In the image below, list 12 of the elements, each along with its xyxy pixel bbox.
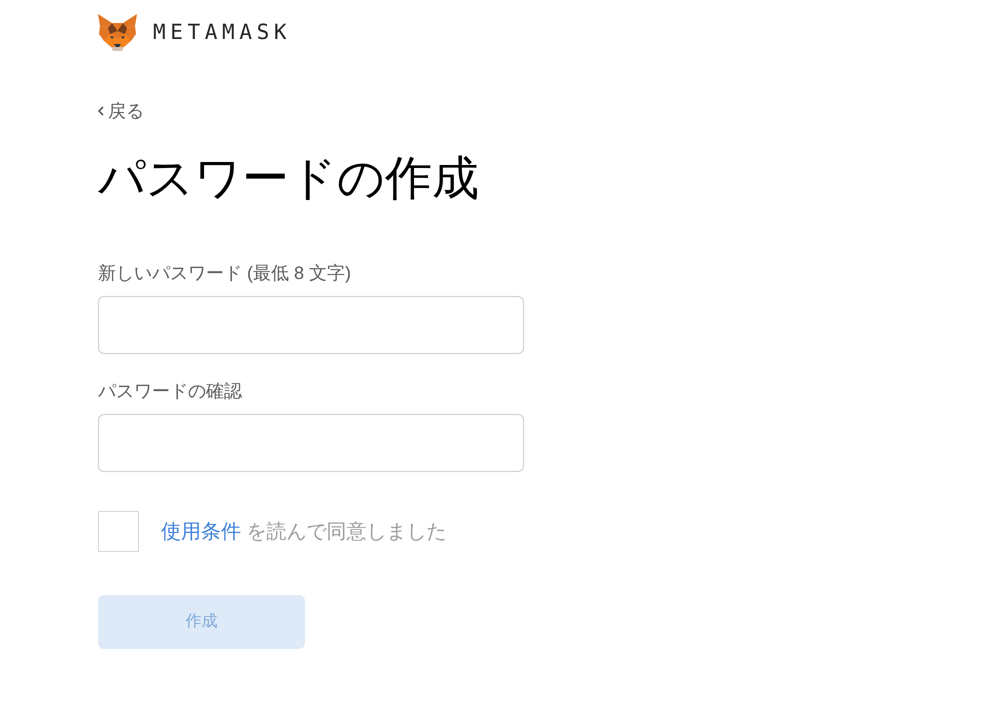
terms-link[interactable]: 使用条件 <box>161 520 241 542</box>
page-title: パスワードの作成 <box>98 150 479 206</box>
back-link[interactable]: 戻る <box>98 102 144 120</box>
chevron-left-icon <box>98 106 104 116</box>
field-label: 新しいパスワード (最低 8 文字) <box>98 262 352 284</box>
password-input[interactable] <box>98 414 524 472</box>
checkbox[interactable] <box>98 511 139 552</box>
password-input[interactable] <box>98 296 524 354</box>
field-label: パスワードの確認 <box>98 380 242 402</box>
terms-agreement-text: 使用条件 を読んで同意しました <box>161 520 447 544</box>
logo-wordmark: METAMASK <box>153 22 292 42</box>
fox-logo-icon <box>98 14 137 50</box>
